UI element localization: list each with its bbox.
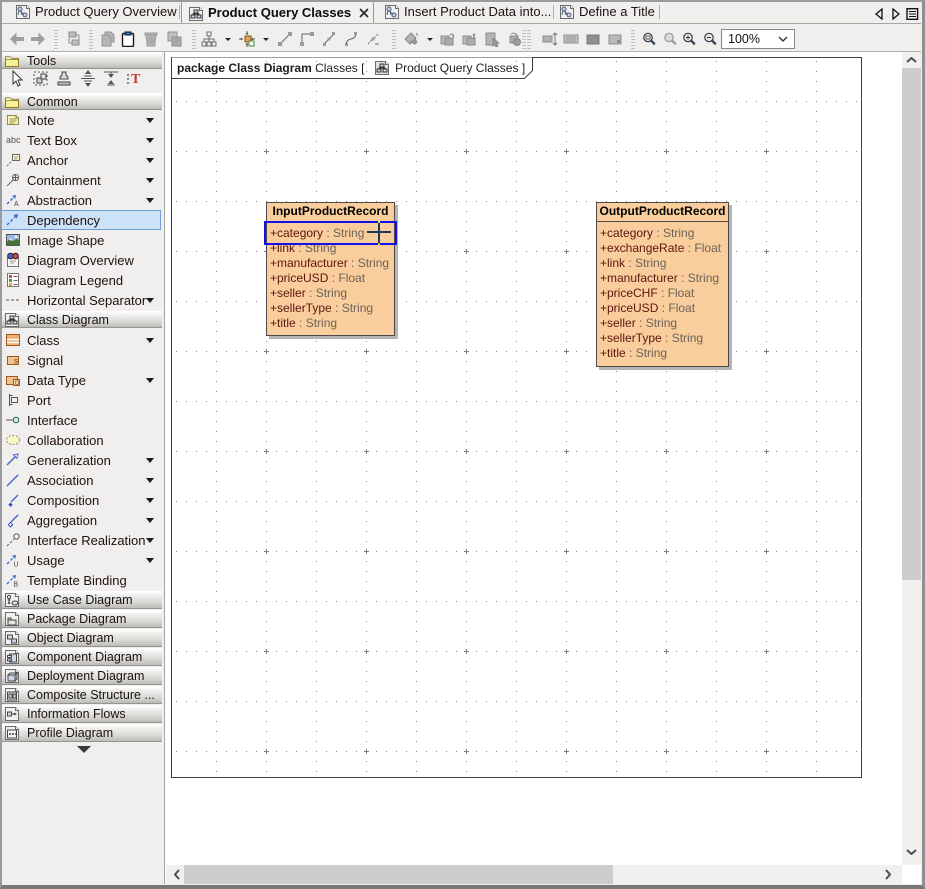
svg-text:T: T: [131, 72, 141, 87]
svg-text:A: A: [14, 201, 19, 208]
svg-text:s: s: [14, 357, 18, 366]
svg-text:abc: abc: [6, 135, 21, 145]
svg-text:D: D: [15, 381, 20, 387]
svg-text:U: U: [14, 562, 19, 569]
svg-text:B: B: [14, 582, 19, 589]
